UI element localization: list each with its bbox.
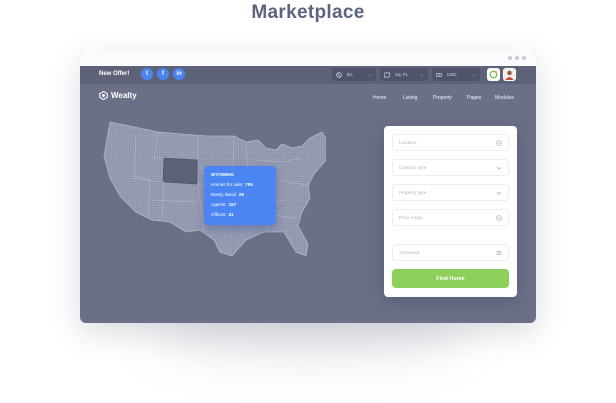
map-icon	[384, 71, 390, 78]
nav-property[interactable]: Property	[433, 95, 452, 101]
wyoming-state[interactable]	[162, 157, 199, 185]
tooltip-label: Homes for sale:	[211, 182, 244, 187]
unit-value: Sq. Ft.	[395, 72, 409, 77]
browser-window: New Offer! t f in En ⌄ Sq. Ft. ⌄ USD ⌄ W…	[80, 50, 536, 323]
brand-name: Wealty	[111, 91, 137, 100]
language-select[interactable]: En ⌄	[332, 68, 376, 81]
twitter-icon[interactable]: t	[141, 68, 153, 80]
avatar-icon	[504, 69, 515, 80]
search-form: Location Contract type Property type Pri…	[384, 126, 517, 297]
contract-type-placeholder: Contract type	[399, 165, 427, 170]
menu-icon	[496, 251, 502, 255]
tooltip-row: Newly listed: 28	[211, 192, 244, 197]
nav-home[interactable]: Home	[373, 95, 386, 101]
advanced-options[interactable]: Advanced	[392, 244, 509, 261]
tooltip-value: 157	[228, 202, 237, 207]
nav-modules[interactable]: Modules	[495, 95, 514, 101]
price-icon	[496, 215, 502, 221]
money-icon	[436, 72, 442, 77]
find-home-button[interactable]: Find Home	[392, 269, 509, 288]
main-nav: Wealty Home Listing Property Pages Modul…	[80, 84, 536, 110]
tooltip-title: WYOMING	[211, 172, 234, 177]
page-title: Marketplace	[251, 2, 365, 23]
property-type-placeholder: Property type	[399, 190, 427, 195]
new-offer-label[interactable]: New Offer!	[99, 71, 129, 77]
price-range-input[interactable]: Price range	[392, 209, 509, 226]
currency-select[interactable]: USD ⌄	[432, 68, 480, 81]
tooltip-label: Agents:	[211, 202, 227, 207]
window-dot-icon	[508, 56, 512, 60]
tooltip-label: Offices:	[211, 212, 227, 217]
chevron-down-icon	[496, 166, 502, 170]
property-type-select[interactable]: Property type	[392, 184, 509, 201]
notifications-button[interactable]	[487, 68, 500, 81]
currency-value: USD	[447, 72, 457, 77]
chevron-down-icon: ⌄	[419, 71, 424, 78]
top-bar: New Offer! t f in En ⌄ Sq. Ft. ⌄ USD ⌄	[80, 66, 536, 84]
unit-select[interactable]: Sq. Ft. ⌄	[380, 68, 428, 81]
target-icon	[496, 140, 502, 146]
state-tooltip: WYOMING Homes for sale: 706 Newly listed:…	[204, 166, 276, 225]
price-range-placeholder: Price range	[399, 215, 423, 220]
globe-icon	[336, 71, 342, 78]
window-dot-icon	[522, 56, 526, 60]
nav-pages[interactable]: Pages	[467, 95, 481, 101]
tooltip-label: Newly listed:	[211, 192, 237, 197]
brand-logo[interactable]: Wealty	[99, 91, 137, 100]
window-dot-icon	[515, 56, 519, 60]
nav-listing[interactable]: Listing	[403, 95, 417, 101]
chevron-down-icon: ⌄	[471, 71, 476, 78]
facebook-icon[interactable]: f	[157, 68, 169, 80]
advanced-placeholder: Advanced	[399, 250, 420, 255]
location-placeholder: Location	[399, 140, 417, 145]
logo-icon	[99, 91, 108, 100]
tooltip-row: Agents: 157	[211, 202, 236, 207]
chevron-down-icon: ⌄	[367, 71, 372, 78]
chevron-down-icon	[496, 191, 502, 195]
tooltip-value: 706	[245, 182, 253, 187]
contract-type-select[interactable]: Contract type	[392, 159, 509, 176]
tooltip-value: 28	[238, 192, 244, 197]
browser-chrome	[80, 50, 536, 66]
location-input[interactable]: Location	[392, 134, 509, 151]
language-value: En	[347, 72, 353, 77]
user-avatar[interactable]	[503, 68, 516, 81]
tooltip-row: Homes for sale: 706	[211, 182, 253, 187]
refresh-icon	[489, 70, 498, 79]
linkedin-icon[interactable]: in	[173, 68, 185, 80]
tooltip-row: Offices: 31	[211, 212, 234, 217]
tooltip-value: 31	[228, 212, 234, 217]
